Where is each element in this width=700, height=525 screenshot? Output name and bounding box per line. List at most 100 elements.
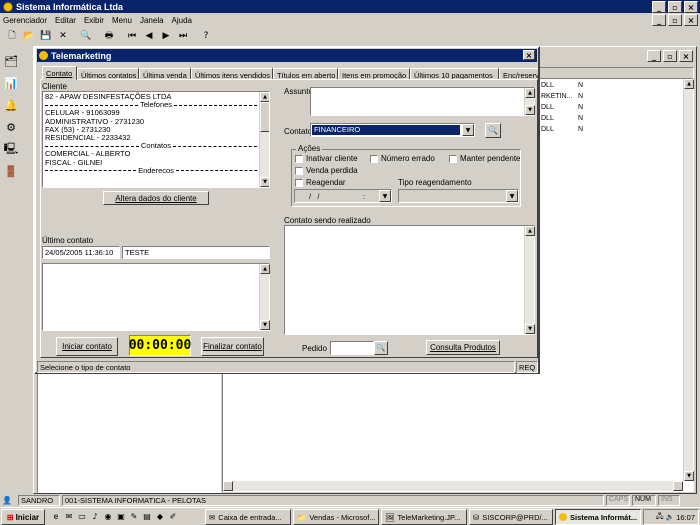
- close-button[interactable]: ×: [684, 1, 698, 13]
- pedido-search-button[interactable]: 🔍: [374, 341, 388, 355]
- date-value: / /: [309, 192, 320, 201]
- app2-icon[interactable]: ▣: [115, 510, 127, 522]
- side-tool-3-icon[interactable]: 🔔: [0, 94, 22, 116]
- venda-perdida-checkbox[interactable]: Venda perdida: [295, 166, 358, 175]
- cliente-listbox[interactable]: 82 - APAW DESINFESTAÇÕES LTDA Telefones CE…: [42, 91, 270, 188]
- minimize-button[interactable]: _: [652, 1, 666, 13]
- app3-icon[interactable]: ✎: [128, 510, 140, 522]
- manter-pendente-checkbox[interactable]: Manter pendente: [449, 154, 521, 163]
- app5-icon[interactable]: ◆: [154, 510, 166, 522]
- mdi-minimize-button[interactable]: _: [652, 14, 666, 26]
- consulta-produtos-button[interactable]: Consulta Produtos: [426, 340, 500, 355]
- contato-select[interactable]: FINANCEIRO ▼: [310, 123, 475, 137]
- media-icon[interactable]: ♪: [89, 510, 101, 522]
- status-user: SANDRO: [18, 495, 60, 506]
- table-row[interactable]: DLL N: [541, 115, 583, 126]
- menu-menu[interactable]: Menu: [112, 16, 132, 25]
- taskbar-item-siscorp[interactable]: ⛁ SISCORP@PRD/...: [469, 509, 553, 525]
- assunto-scrollbar[interactable]: ▲ ▼: [524, 88, 535, 115]
- numero-errado-checkbox[interactable]: Número errado: [370, 154, 435, 163]
- menu-gerenciador[interactable]: Gerenciador: [3, 16, 47, 25]
- side-tool-6-icon[interactable]: 🚪: [0, 160, 22, 182]
- bg-close-button[interactable]: ×: [679, 50, 693, 62]
- mdi-restore-button[interactable]: ▫: [668, 14, 682, 26]
- app-title: Sistema Informática Ltda: [16, 1, 124, 12]
- tray-volume-icon[interactable]: 🔈: [666, 513, 675, 521]
- last-record-icon[interactable]: ⏭: [175, 28, 191, 44]
- taskbar-item-caixa[interactable]: ✉ Caixa de entrada...: [205, 509, 291, 525]
- side-tool-5-icon[interactable]: 🖳: [0, 138, 22, 160]
- app-logo-icon: [3, 1, 13, 12]
- bg-maximize-button[interactable]: ▫: [663, 50, 677, 62]
- tipo-reagendamento-select[interactable]: ▼: [398, 189, 519, 203]
- contato-sendo-scrollbar[interactable]: ▲ ▼: [524, 226, 535, 334]
- menu-editar[interactable]: Editar: [55, 16, 76, 25]
- taskbar-item-sistema[interactable]: Sistema Informát...: [555, 509, 641, 525]
- new-icon[interactable]: 🗋: [4, 28, 20, 44]
- dialog-status-text: Selecione o tipo de contato: [37, 361, 515, 373]
- table-row[interactable]: DLL N: [541, 126, 583, 137]
- side-tool-4-icon[interactable]: ⚙: [0, 116, 22, 138]
- status-num: NUM: [632, 495, 656, 506]
- ultimo-contato-date-field[interactable]: 24/05/2005 11:36:10: [42, 246, 120, 259]
- contato-sendo-memo[interactable]: ▲ ▼: [284, 225, 535, 335]
- save-icon[interactable]: 💾: [38, 28, 54, 44]
- help-icon[interactable]: ?: [198, 28, 214, 44]
- app1-icon[interactable]: ◉: [102, 510, 114, 522]
- ultimo-contato-text-field[interactable]: TESTE: [122, 246, 270, 259]
- memo-scrollbar[interactable]: ▲ ▼: [259, 264, 270, 330]
- tray-network-icon[interactable]: 🖧: [656, 512, 664, 523]
- outlook-icon[interactable]: ✉: [63, 510, 75, 522]
- ultimo-contato-memo[interactable]: ▲ ▼: [42, 263, 270, 331]
- search-icon[interactable]: 🔍: [78, 28, 94, 44]
- delete-icon[interactable]: ✕: [55, 28, 71, 44]
- taskbar-item-vendas[interactable]: 📁 Vendas - Microsof...: [293, 509, 379, 525]
- first-record-icon[interactable]: ⏮: [124, 28, 140, 44]
- table-row[interactable]: DLL N: [541, 104, 583, 115]
- desktop-icon[interactable]: ▭: [76, 510, 88, 522]
- prev-record-icon[interactable]: ◀: [141, 28, 157, 44]
- bg-table-scrollbar[interactable]: ▲ ▼: [683, 79, 694, 481]
- table-row[interactable]: RKETIN... N: [541, 93, 583, 104]
- assunto-field[interactable]: ▲ ▼: [310, 87, 535, 116]
- menu-exibir[interactable]: Exibir: [84, 16, 104, 25]
- maximize-button[interactable]: ▫: [668, 1, 682, 13]
- database-icon: ⛁: [473, 512, 480, 522]
- quick-launch: e ✉ ▭ ♪ ◉ ▣ ✎ ▤ ◆ ✐: [50, 510, 179, 522]
- menu-janela[interactable]: Janela: [140, 16, 164, 25]
- finalizar-contato-button[interactable]: Finalizar contato: [201, 337, 264, 356]
- search-icon: 🔍: [488, 126, 498, 135]
- alterar-dados-button[interactable]: Altera dados do cliente: [103, 191, 209, 205]
- app4-icon[interactable]: ▤: [141, 510, 153, 522]
- dialog-close-button[interactable]: ×: [523, 50, 535, 60]
- contato-search-button[interactable]: 🔍: [485, 123, 501, 138]
- side-tool-2-icon[interactable]: 📊: [0, 72, 22, 94]
- pedido-field[interactable]: [330, 341, 374, 355]
- date-dropdown-icon[interactable]: ▼: [379, 190, 391, 202]
- next-record-icon[interactable]: ▶: [158, 28, 174, 44]
- menu-ajuda[interactable]: Ajuda: [172, 16, 192, 25]
- bg-table-hscrollbar[interactable]: [223, 481, 683, 491]
- tab-contato[interactable]: Contato: [42, 66, 77, 80]
- reagendar-date-field[interactable]: / / : ▼: [294, 189, 392, 203]
- mdi-close-button[interactable]: ×: [684, 14, 698, 26]
- reagendar-checkbox[interactable]: Reagendar: [295, 178, 346, 187]
- chevron-down-icon[interactable]: ▼: [506, 190, 518, 202]
- inativar-checkbox[interactable]: Inativar cliente: [295, 154, 358, 163]
- open-icon[interactable]: 📂: [21, 28, 37, 44]
- table-row[interactable]: DLL N: [541, 82, 583, 93]
- side-tool-1-icon[interactable]: 🗂: [0, 50, 22, 72]
- taskbar-item-telemarketing[interactable]: 🖼 TeleMarketing.JP...: [381, 509, 467, 525]
- iniciar-contato-button[interactable]: Iniciar contato: [56, 337, 118, 356]
- app-status-bar: 👤 SANDRO 001-SISTEMA INFORMATICA - PELOT…: [0, 494, 700, 507]
- chevron-down-icon[interactable]: ▼: [462, 124, 474, 136]
- print-icon[interactable]: 🖶: [101, 28, 117, 44]
- dialog-icon: [39, 51, 48, 60]
- app-logo-icon: [559, 513, 567, 521]
- ie-icon[interactable]: e: [50, 510, 62, 522]
- acoes-label: Ações: [296, 144, 323, 153]
- start-button[interactable]: ⊞ Iniciar: [1, 509, 45, 525]
- app6-icon[interactable]: ✐: [167, 510, 179, 522]
- bg-minimize-button[interactable]: _: [647, 50, 661, 62]
- cliente-scrollbar[interactable]: ▲ ▼: [259, 92, 269, 187]
